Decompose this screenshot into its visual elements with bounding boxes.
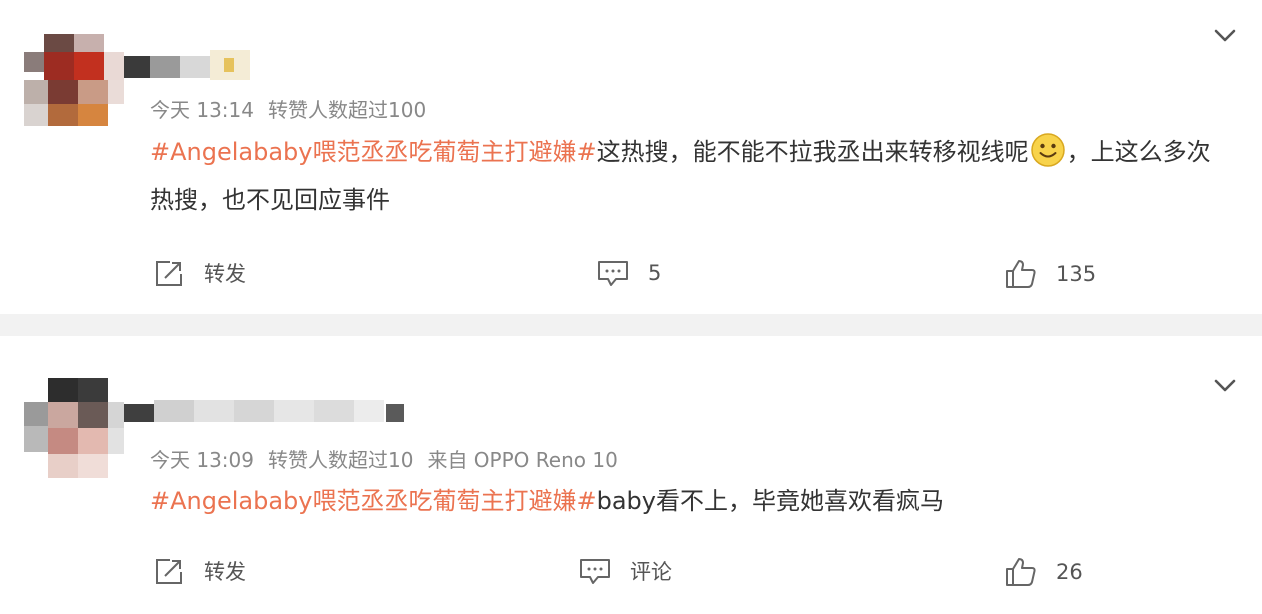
comment-meta: 今天 13:09 转赞人数超过10 来自 OPPO Reno 10 bbox=[150, 444, 632, 473]
repost-label: 转发 bbox=[204, 262, 246, 286]
forward-note: 转赞人数超过10 bbox=[268, 448, 414, 472]
repost-icon bbox=[156, 559, 182, 584]
repost-button[interactable]: 转发 bbox=[152, 258, 246, 288]
chevron-down-icon[interactable] bbox=[1210, 20, 1240, 50]
comment-icon bbox=[580, 559, 610, 584]
comment-text: #Angelababy喂范丞丞吃葡萄主打避嫌#这热搜，能不能不拉我丞出来转移视线… bbox=[150, 128, 1220, 224]
username-obscured[interactable] bbox=[124, 390, 424, 430]
like-count: 26 bbox=[1056, 560, 1083, 584]
comment-time: 今天 13:09 bbox=[150, 448, 254, 472]
post-source: 来自 OPPO Reno 10 bbox=[427, 448, 618, 472]
comment-body: baby看不上，毕竟她喜欢看疯马 bbox=[596, 487, 944, 515]
comment-count: 5 bbox=[648, 261, 662, 285]
repost-label: 转发 bbox=[204, 560, 246, 584]
avatar[interactable] bbox=[24, 28, 124, 128]
comment-button[interactable]: 5 bbox=[596, 258, 661, 288]
comment-button[interactable]: 评论 bbox=[578, 556, 672, 586]
chevron-down-icon[interactable] bbox=[1210, 370, 1240, 400]
repost-button[interactable]: 转发 bbox=[152, 556, 246, 586]
like-icon bbox=[1006, 260, 1036, 288]
comment-body: 这热搜，能不能不拉我丞出来转移视线呢 bbox=[596, 138, 1029, 166]
avatar[interactable] bbox=[24, 378, 124, 478]
username-obscured[interactable] bbox=[124, 44, 264, 84]
comment-card: 今天 13:09 转赞人数超过10 来自 OPPO Reno 10 #Angelab… bbox=[0, 336, 1262, 614]
smile-emoji-icon bbox=[1030, 133, 1065, 167]
topic-link[interactable]: #Angelababy喂范丞丞吃葡萄主打避嫌# bbox=[150, 487, 597, 515]
repost-icon bbox=[156, 261, 182, 286]
like-icon bbox=[1006, 558, 1036, 586]
comment-label: 评论 bbox=[630, 560, 672, 584]
comment-card: 今天 13:14 转赞人数超过100 #Angelababy喂范丞丞吃葡萄主打避嫌… bbox=[0, 0, 1262, 314]
forward-note: 转赞人数超过100 bbox=[268, 98, 427, 122]
comment-time: 今天 13:14 bbox=[150, 98, 254, 122]
comment-icon bbox=[598, 261, 628, 286]
topic-link[interactable]: #Angelababy喂范丞丞吃葡萄主打避嫌# bbox=[150, 138, 597, 166]
comment-text: #Angelababy喂范丞丞吃葡萄主打避嫌#baby看不上，毕竟她喜欢看疯马 bbox=[150, 477, 1220, 525]
like-count: 135 bbox=[1056, 262, 1097, 286]
like-button[interactable]: 26 bbox=[1004, 556, 1083, 588]
comment-meta: 今天 13:14 转赞人数超过100 bbox=[150, 94, 440, 123]
like-button[interactable]: 135 bbox=[1004, 258, 1096, 290]
